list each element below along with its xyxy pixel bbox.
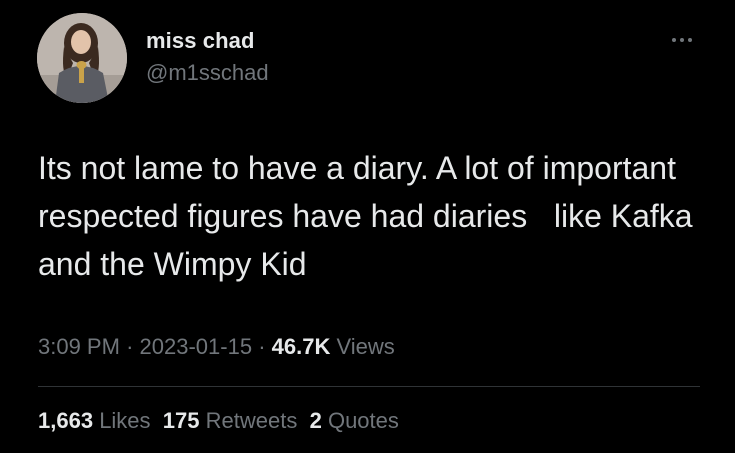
meta-separator: · <box>258 334 266 359</box>
retweets-stat[interactable]: 175 Retweets <box>163 408 298 433</box>
views-count: 46.7K <box>271 334 331 359</box>
more-options-icon[interactable] <box>664 30 700 50</box>
tweet-card: miss chad @m1sschad Its not lame to have… <box>0 0 735 453</box>
retweets-label: Retweets <box>205 408 298 433</box>
quotes-label: Quotes <box>327 408 399 433</box>
likes-stat[interactable]: 1,663 Likes <box>38 408 151 433</box>
meta-separator: · <box>126 334 134 359</box>
dot <box>680 38 684 42</box>
avatar[interactable] <box>37 13 127 103</box>
profile-photo-avatar-icon <box>37 13 127 103</box>
tweet-date[interactable]: 2023-01-15 <box>140 334 253 359</box>
engagement-stats: 1,663 Likes 175 Retweets 2 Quotes <box>38 408 399 434</box>
divider <box>38 386 700 387</box>
quotes-count: 2 <box>309 408 322 433</box>
tweet-metadata: 3:09 PM · 2023-01-15 · 46.7K Views <box>38 334 395 360</box>
user-handle[interactable]: @m1sschad <box>146 60 269 86</box>
tweet-time[interactable]: 3:09 PM <box>38 334 120 359</box>
dot <box>672 38 676 42</box>
quotes-stat[interactable]: 2 Quotes <box>310 408 399 433</box>
retweets-count: 175 <box>162 408 200 433</box>
dot <box>688 38 692 42</box>
tweet-text: Its not lame to have a diary. A lot of i… <box>38 150 702 282</box>
likes-count: 1,663 <box>38 408 94 433</box>
likes-label: Likes <box>99 408 151 433</box>
display-name[interactable]: miss chad <box>146 28 255 54</box>
views-label: Views <box>336 334 395 359</box>
